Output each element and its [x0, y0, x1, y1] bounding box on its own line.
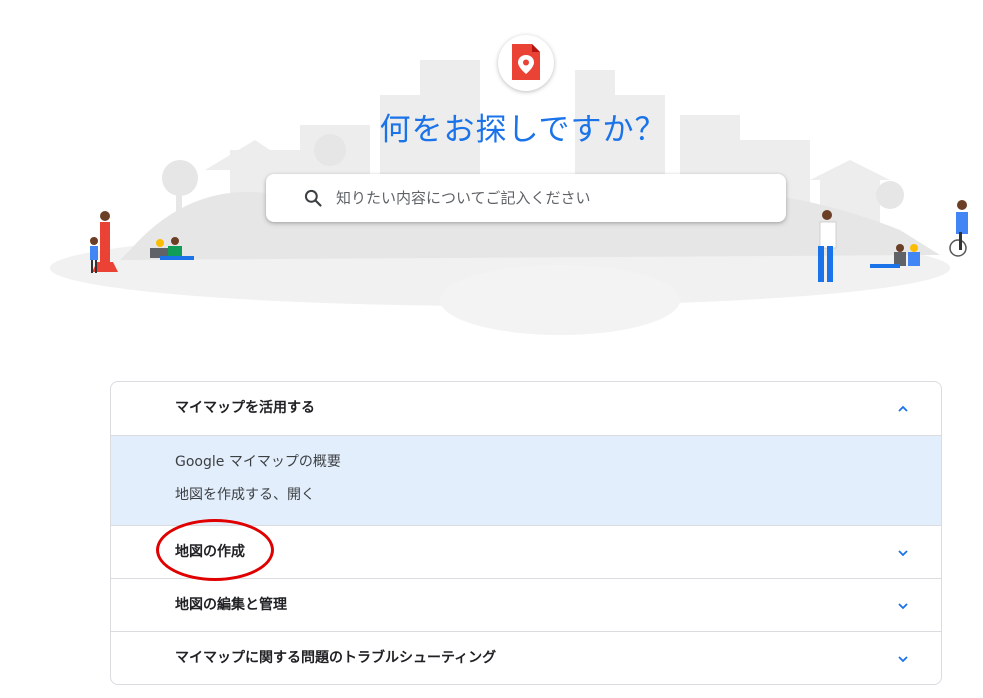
- chevron-up-icon[interactable]: [897, 403, 909, 415]
- page-title: 何をお探しですか？: [379, 112, 667, 148]
- section-header-create-map[interactable]: 地図の作成: [111, 525, 941, 578]
- chevron-down-icon[interactable]: [897, 600, 909, 612]
- search-icon[interactable]: [303, 188, 323, 208]
- search-input[interactable]: [336, 174, 766, 222]
- hero-section: 何をお探しですか？: [0, 0, 983, 340]
- link-my-maps-overview[interactable]: Google マイマップの概要: [111, 452, 941, 485]
- section-title: 地図の編集と管理: [175, 597, 287, 613]
- section-title: マイマップに関する問題のトラブルシューティング: [175, 650, 497, 666]
- topic-accordion: マイマップを活用する Google マイマップの概要 地図を作成する、開く 地図…: [110, 381, 942, 685]
- hero-illustration: [50, 60, 968, 335]
- my-maps-icon: [512, 44, 540, 80]
- chevron-down-icon[interactable]: [897, 653, 909, 665]
- section-header-use-my-maps[interactable]: マイマップを活用する: [111, 382, 941, 435]
- link-create-open-map[interactable]: 地図を作成する、開く: [111, 485, 941, 518]
- help-center-page: 何をお探しですか？ マイマップを活用する Google マイマップの概要 地図を…: [0, 0, 983, 698]
- my-maps-logo: [498, 35, 554, 91]
- chevron-down-icon[interactable]: [897, 547, 909, 559]
- section-header-edit-manage-map[interactable]: 地図の編集と管理: [111, 578, 941, 631]
- section-header-troubleshooting[interactable]: マイマップに関する問題のトラブルシューティング: [111, 631, 941, 684]
- section-title: 地図の作成: [175, 544, 245, 560]
- section-content-use-my-maps: Google マイマップの概要 地図を作成する、開く: [111, 435, 941, 525]
- section-title: マイマップを活用する: [175, 400, 315, 416]
- search-box[interactable]: [266, 174, 786, 222]
